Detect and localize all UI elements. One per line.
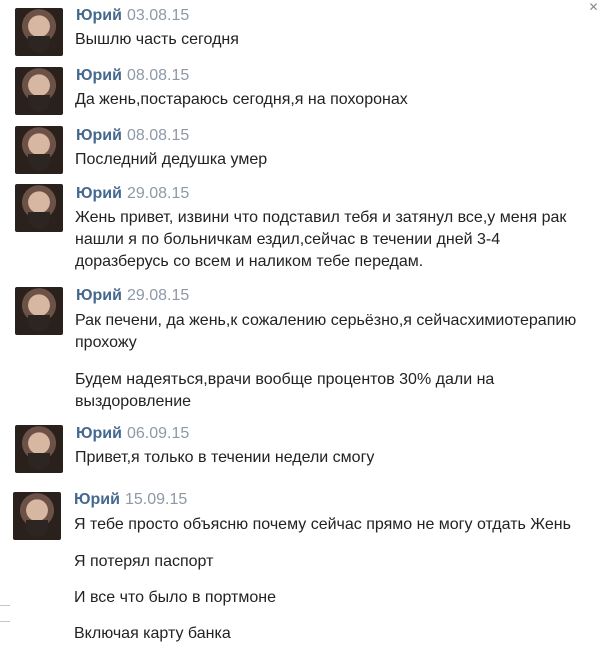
message-block: Юрий 08.08.15 Да жень,постараюсь сегодня,… — [0, 64, 602, 120]
left-edge-divider — [0, 621, 10, 622]
author-name[interactable]: Юрий — [74, 491, 120, 508]
message-header: Юрий 03.08.15 — [76, 6, 189, 26]
message-date: 03.08.15 — [126, 7, 190, 24]
left-edge-divider — [0, 605, 10, 606]
message-block: Юрий 29.08.15 Жень привет, извини что под… — [0, 184, 602, 276]
message-date: 29.08.15 — [126, 185, 190, 202]
message-text: Да жень,постараюсь сегодня,я на похорона… — [75, 91, 408, 108]
message-block: Юрий 03.08.15 Вышлю часть сегодня — [0, 4, 602, 60]
message-date: 29.08.15 — [126, 287, 190, 304]
user-avatar[interactable] — [15, 126, 63, 174]
message-text: Вышлю часть сегодня — [75, 31, 239, 48]
user-avatar[interactable] — [15, 184, 63, 232]
message-thread: Юрий 03.08.15 Вышлю часть сегодня Юрий 08.… — [0, 0, 602, 669]
message-text: Я тебе просто объясню почему сейчас прям… — [74, 516, 571, 533]
message-text: Жень привет, извини что подставил тебя и… — [75, 209, 567, 226]
user-avatar[interactable] — [15, 425, 63, 473]
message-text: прохожу — [75, 334, 137, 351]
message-block: Юрий 15.09.15 Я тебе просто объясню почем… — [0, 490, 602, 666]
message-block: Юрий 29.08.15 Рак печени, да жень,к сожал… — [0, 286, 602, 414]
author-name[interactable]: Юрий — [76, 127, 122, 144]
message-block: Юрий 08.08.15 Последний дедушка умер — [0, 124, 602, 180]
message-date: 06.09.15 — [126, 425, 190, 442]
author-name[interactable]: Юрий — [76, 425, 122, 442]
message-header: Юрий 08.08.15 — [76, 66, 189, 86]
message-text: Рак печени, да жень,к сожалению серьёзно… — [75, 312, 577, 329]
user-avatar[interactable] — [15, 67, 63, 115]
message-date: 15.09.15 — [124, 491, 188, 508]
author-name[interactable]: Юрий — [76, 287, 122, 304]
author-name[interactable]: Юрий — [76, 185, 122, 202]
right-edge: ✕ — [585, 0, 602, 669]
message-text: Включая карту банка — [74, 625, 231, 642]
message-text: Будем надеяться,врачи вообще процентов 3… — [75, 371, 495, 388]
message-text: И все что было в портмоне — [74, 589, 276, 606]
message-text: доразберусь со всем и наликом тебе перед… — [75, 253, 424, 270]
user-avatar[interactable] — [15, 8, 63, 56]
user-avatar[interactable] — [13, 492, 61, 540]
message-header: Юрий 06.09.15 — [76, 424, 189, 444]
message-date: 08.08.15 — [126, 127, 190, 144]
message-header: Юрий 08.08.15 — [76, 126, 189, 146]
message-header: Юрий 29.08.15 — [76, 184, 189, 204]
message-text: нашли я по больничкам ездил,сейчас в теч… — [75, 231, 501, 248]
close-icon[interactable]: ✕ — [585, 0, 602, 17]
user-avatar[interactable] — [15, 287, 63, 335]
author-name[interactable]: Юрий — [76, 67, 122, 84]
author-name[interactable]: Юрий — [76, 7, 122, 24]
message-text: Я потерял паспорт — [74, 553, 214, 570]
message-text: Последний дедушка умер — [75, 151, 268, 168]
message-block: Юрий 06.09.15 Привет,я только в течении н… — [0, 424, 602, 480]
message-date: 08.08.15 — [126, 67, 190, 84]
message-header: Юрий 29.08.15 — [76, 286, 189, 306]
message-text: Привет,я только в течении недели смогу — [75, 449, 375, 466]
message-header: Юрий 15.09.15 — [74, 490, 187, 510]
message-text: выздоровление — [75, 393, 192, 410]
